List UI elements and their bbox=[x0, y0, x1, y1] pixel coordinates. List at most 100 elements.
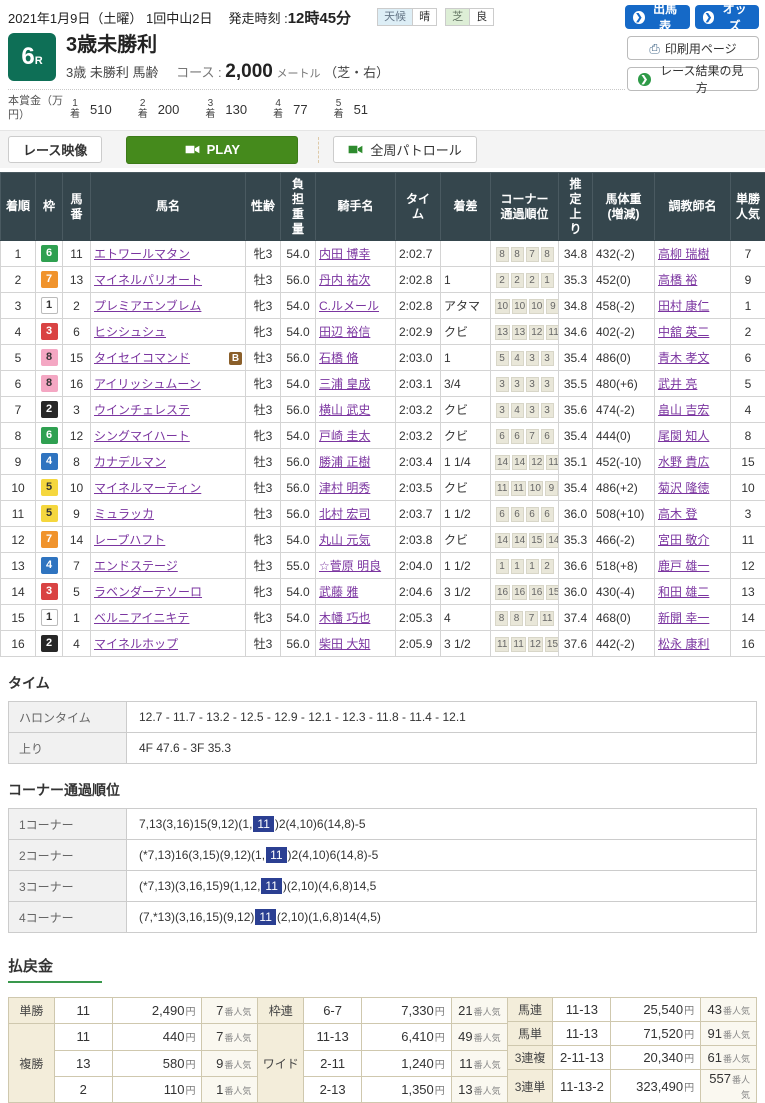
jockey-link[interactable]: C.ルメール bbox=[319, 299, 379, 313]
frame-badge: 3 bbox=[41, 583, 58, 600]
corner-order: (*7,13)16(3,15)(9,12)(1,11)2(4,10)6(14,8… bbox=[127, 840, 757, 871]
trainer-link[interactable]: 田村 康仁 bbox=[658, 299, 709, 313]
column-header: 調教師名 bbox=[655, 173, 731, 241]
shutsuba-button[interactable]: ❯ 出馬表 bbox=[625, 5, 690, 29]
horse-link[interactable]: マイネルマーティン bbox=[94, 481, 201, 495]
body-weight: 402(-2) bbox=[593, 319, 655, 345]
corner-positions: 1111109 bbox=[491, 475, 559, 501]
corner-position: 4 bbox=[511, 351, 524, 366]
jockey-link[interactable]: 石橋 脩 bbox=[319, 351, 358, 365]
trainer-link[interactable]: 高木 登 bbox=[658, 507, 697, 521]
horse-link[interactable]: ラベンダーテソーロ bbox=[94, 585, 202, 599]
popularity-number: 13 bbox=[458, 1082, 472, 1097]
jockey-link[interactable]: ☆菅原 明良 bbox=[319, 559, 381, 573]
guide-label: レース結果の見方 bbox=[656, 62, 748, 96]
jockey-link[interactable]: 武藤 雅 bbox=[319, 585, 358, 599]
prize-label: 本賞金（万 円） bbox=[8, 95, 70, 123]
race-video-button[interactable]: レース映像 bbox=[8, 136, 102, 163]
win-popularity: 7 bbox=[731, 241, 765, 267]
corner-label: 3コーナー bbox=[9, 871, 127, 902]
trainer-link[interactable]: 和田 雄二 bbox=[658, 585, 709, 599]
trainer-link[interactable]: 松永 康利 bbox=[658, 637, 709, 651]
sex-age: 牡3 bbox=[246, 267, 281, 293]
jockey-link[interactable]: 丸山 元気 bbox=[319, 533, 370, 547]
horse-link[interactable]: マイネルホップ bbox=[94, 637, 178, 651]
horse-number: 16 bbox=[63, 371, 91, 397]
jockey-link[interactable]: 三浦 皇成 bbox=[319, 377, 370, 391]
jockey-link[interactable]: 勝浦 正樹 bbox=[319, 455, 370, 469]
trainer-cell: 新開 幸一 bbox=[655, 605, 731, 631]
jockey-link[interactable]: 田辺 裕信 bbox=[319, 325, 370, 339]
play-button[interactable]: PLAY bbox=[126, 136, 298, 164]
video-toolbar: レース映像 PLAY 全周パトロール bbox=[0, 130, 765, 168]
horse-link[interactable]: マイネルパリオート bbox=[94, 273, 202, 287]
trainer-link[interactable]: 菊沢 隆徳 bbox=[658, 481, 709, 495]
race-video-label: レース映像 bbox=[23, 140, 87, 159]
trainer-link[interactable]: 水野 貴広 bbox=[658, 455, 709, 469]
body-weight: 474(-2) bbox=[593, 397, 655, 423]
trainer-link[interactable]: 高橋 裕 bbox=[658, 273, 697, 287]
jockey-link[interactable]: 北村 宏司 bbox=[319, 507, 370, 521]
sex-age: 牝3 bbox=[246, 579, 281, 605]
horse-link[interactable]: プレミアエンブレム bbox=[94, 299, 201, 313]
trainer-link[interactable]: 武井 亮 bbox=[658, 377, 697, 391]
popularity: 61番人気 bbox=[701, 1046, 757, 1070]
result-guide-button[interactable]: ❯ レース結果の見方 bbox=[627, 67, 759, 91]
horse-link[interactable]: エンドステージ bbox=[94, 559, 178, 573]
corner-position: 14 bbox=[512, 455, 527, 470]
print-page-button[interactable]: ⎙ 印刷用ページ bbox=[627, 36, 759, 60]
horse-link[interactable]: ミュラッカ bbox=[94, 507, 154, 521]
jockey-link[interactable]: 津村 明秀 bbox=[319, 481, 370, 495]
corner-position: 7 bbox=[525, 611, 538, 626]
column-header: 性齢 bbox=[246, 173, 281, 241]
corner-position: 6 bbox=[511, 507, 524, 522]
jockey-link[interactable]: 内田 博幸 bbox=[319, 247, 370, 261]
odds-button[interactable]: ❯ オッズ bbox=[695, 5, 760, 29]
horse-link[interactable]: ウインチェレステ bbox=[94, 403, 190, 417]
horse-link[interactable]: ヒシシュシュ bbox=[94, 325, 166, 339]
trainer-link[interactable]: 畠山 吉宏 bbox=[658, 403, 709, 417]
carried-weight: 54.0 bbox=[281, 241, 316, 267]
frame-badge: 2 bbox=[41, 635, 58, 652]
trainer-link[interactable]: 中舘 英二 bbox=[658, 325, 709, 339]
horse-link[interactable]: カナデルマン bbox=[94, 455, 166, 469]
trainer-link[interactable]: 尾関 知人 bbox=[658, 429, 709, 443]
trainer-link[interactable]: 高柳 瑞樹 bbox=[658, 247, 709, 261]
corner-position: 7 bbox=[526, 247, 539, 262]
corner-order: (7,*13)(3,16,15)(9,12)11(2,10)(1,6,8)14(… bbox=[127, 902, 757, 933]
corner-label: 1コーナー bbox=[9, 809, 127, 840]
margin: クビ bbox=[441, 475, 491, 501]
horse-link[interactable]: シングマイハート bbox=[94, 429, 190, 443]
trainer-cell: 菊沢 隆徳 bbox=[655, 475, 731, 501]
trainer-link[interactable]: 宮田 敬介 bbox=[658, 533, 709, 547]
horse-link[interactable]: タイセイコマンド bbox=[94, 351, 190, 365]
frame-badge: 8 bbox=[41, 375, 58, 392]
trainer-link[interactable]: 青木 孝文 bbox=[658, 351, 709, 365]
table-row: 1159ミュラッカ牡356.0北村 宏司2:03.71 1/2666636.05… bbox=[1, 501, 765, 527]
horse-link[interactable]: ベルニアイニキテ bbox=[94, 611, 189, 625]
trainer-link[interactable]: 鹿戸 雄一 bbox=[658, 559, 709, 573]
jockey-link[interactable]: 木幡 巧也 bbox=[319, 611, 370, 625]
payout-amount: 323,490円 bbox=[611, 1070, 701, 1103]
highlighted-horse-number: 11 bbox=[261, 878, 281, 894]
horse-name-cell: マイネルマーティン bbox=[91, 475, 246, 501]
jockey-link[interactable]: 丹内 祐次 bbox=[319, 273, 370, 287]
horse-link[interactable]: エトワールマタン bbox=[94, 247, 190, 261]
corner-order-text: )(2,10)(4,6,8)14,5 bbox=[283, 879, 376, 893]
horse-number: 12 bbox=[63, 423, 91, 449]
patrol-video-button[interactable]: 全周パトロール bbox=[333, 136, 476, 163]
payout-amount: 440円 bbox=[112, 1024, 202, 1050]
race-number-suffix: R bbox=[35, 55, 43, 67]
jockey-link[interactable]: 戸崎 圭太 bbox=[319, 429, 370, 443]
jockey-link[interactable]: 柴田 大知 bbox=[319, 637, 370, 651]
jockey-link[interactable]: 横山 武史 bbox=[319, 403, 370, 417]
trainer-link[interactable]: 新開 幸一 bbox=[658, 611, 709, 625]
bet-selection: 11 bbox=[54, 998, 112, 1024]
trainer-cell: 和田 雄二 bbox=[655, 579, 731, 605]
sex-age: 牝3 bbox=[246, 293, 281, 319]
horse-link[interactable]: レープハフト bbox=[94, 533, 165, 547]
corner-position: 14 bbox=[495, 455, 510, 470]
popularity: 49番人気 bbox=[451, 1024, 507, 1050]
horse-link[interactable]: アイリッシュムーン bbox=[94, 377, 201, 391]
jockey-cell: 津村 明秀 bbox=[316, 475, 396, 501]
